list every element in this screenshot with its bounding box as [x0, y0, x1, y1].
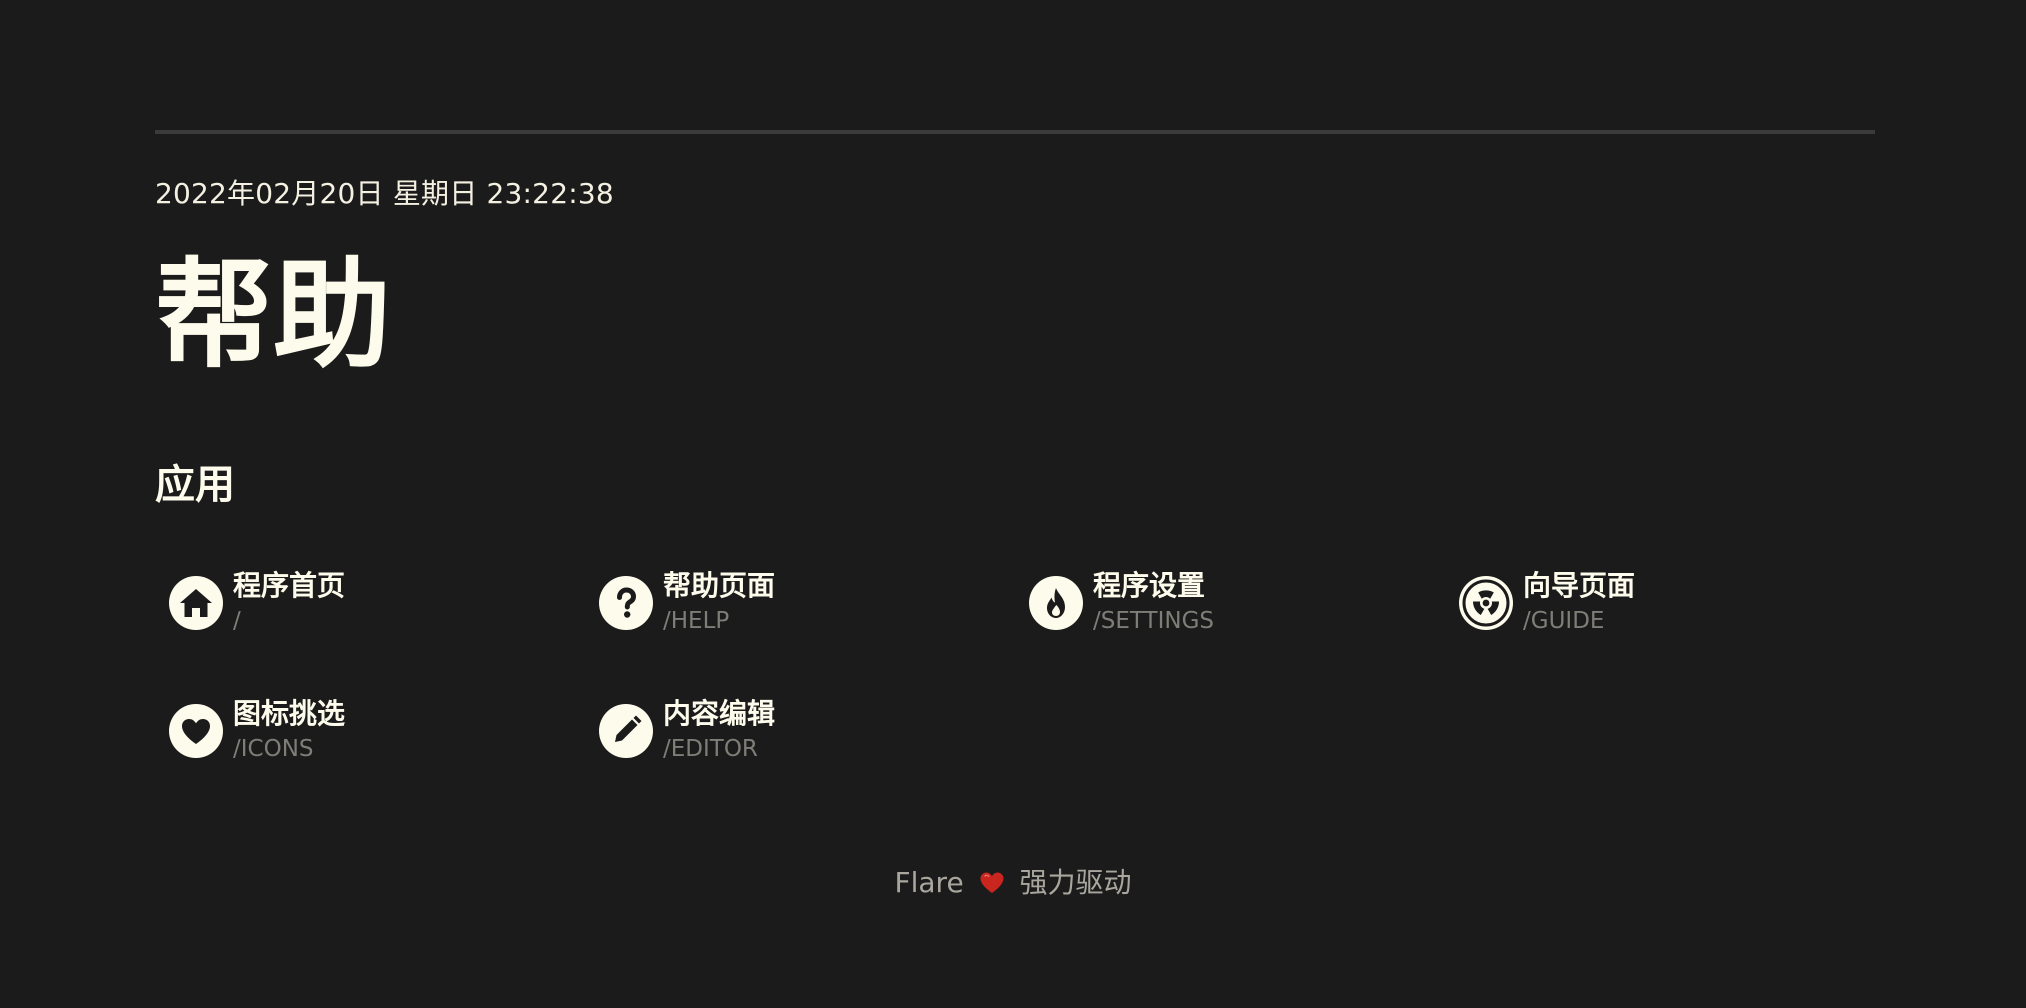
app-link-help[interactable]: 帮助页面 /HELP — [585, 568, 985, 640]
app-link-settings[interactable]: 程序设置 /SETTINGS — [1015, 568, 1415, 640]
app-path: /ICONS — [233, 736, 314, 762]
app-link-icons[interactable]: 图标挑选 /ICONS — [155, 696, 555, 768]
pencil-icon — [599, 704, 653, 758]
home-icon — [169, 576, 223, 630]
help-page: 2022年02月20日 星期日 23:22:38 帮助 应用 程序首页 / 帮助… — [0, 0, 2026, 1008]
footer-credit: Flare 强力驱动 — [0, 864, 2026, 902]
app-name: 帮助页面 — [663, 569, 776, 602]
fire-icon — [1029, 576, 1083, 630]
app-name: 程序首页 — [233, 569, 346, 602]
heart-icon — [169, 704, 223, 758]
app-name: 程序设置 — [1093, 569, 1206, 602]
app-path: / — [233, 608, 241, 634]
app-name: 向导页面 — [1523, 569, 1636, 602]
radioactive-icon — [1459, 576, 1513, 630]
app-link-home[interactable]: 程序首页 / — [155, 568, 555, 640]
app-path: /EDITOR — [663, 736, 758, 762]
footer-brand: Flare — [894, 866, 964, 899]
footer-powered-by: 强力驱动 — [1019, 866, 1132, 899]
current-datetime: 2022年02月20日 星期日 23:22:38 — [155, 177, 614, 210]
help-circle-icon — [599, 576, 653, 630]
app-path: /HELP — [663, 608, 730, 634]
app-link-guide[interactable]: 向导页面 /GUIDE — [1445, 568, 1845, 640]
heart-icon — [980, 872, 1004, 893]
app-path: /SETTINGS — [1093, 608, 1214, 634]
page-title: 帮助 — [155, 246, 392, 384]
section-title-apps: 应用 — [155, 462, 235, 508]
app-name: 图标挑选 — [233, 697, 346, 730]
app-link-editor[interactable]: 内容编辑 /EDITOR — [585, 696, 985, 768]
app-path: /GUIDE — [1523, 608, 1605, 634]
app-name: 内容编辑 — [663, 697, 776, 730]
top-divider — [155, 130, 1875, 134]
